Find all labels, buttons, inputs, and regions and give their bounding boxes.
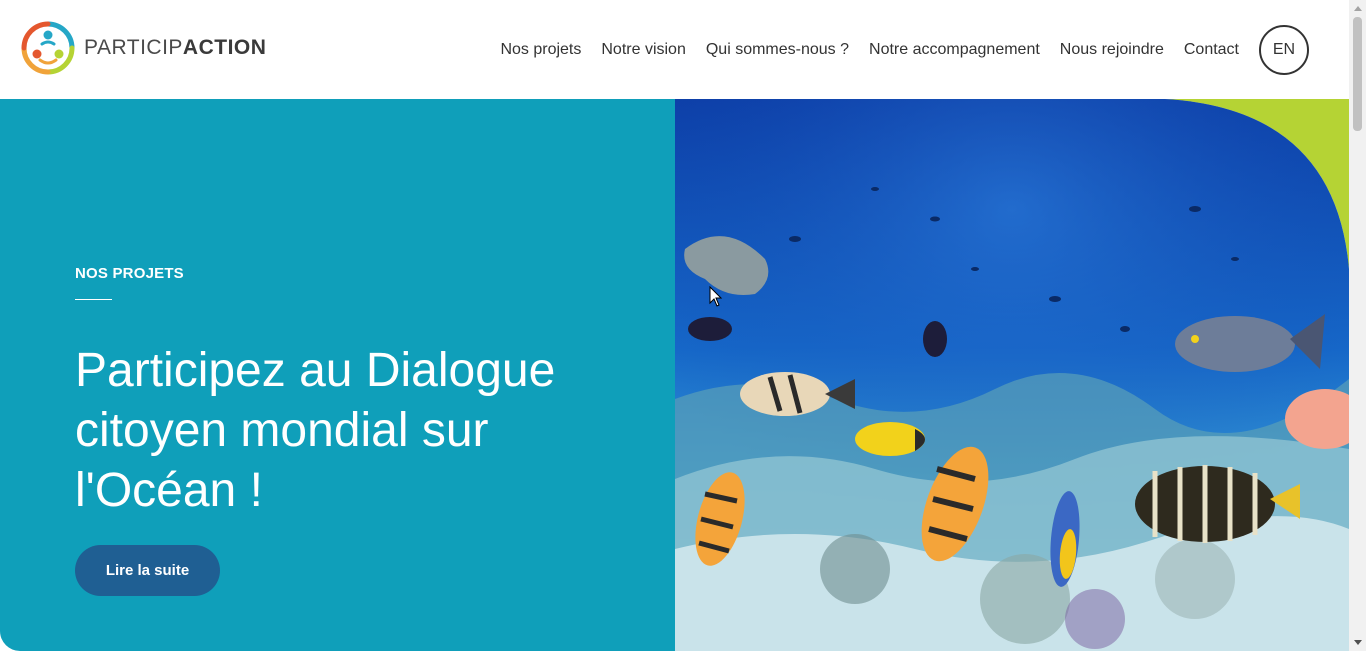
hero-text-panel: NOS PROJETS Participez au Dialogue citoy… [0, 99, 675, 651]
page: PARTICIPACTION Nos projets Notre vision … [0, 0, 1366, 651]
nav-item-nos-projets[interactable]: Nos projets [500, 24, 581, 76]
nav-item-contact[interactable]: Contact [1184, 24, 1239, 76]
scrollbar-thumb[interactable] [1353, 17, 1362, 131]
nav-item-notre-accompagnement[interactable]: Notre accompagnement [869, 24, 1040, 76]
site-header: PARTICIPACTION Nos projets Notre vision … [0, 0, 1349, 99]
mouse-cursor-icon [709, 285, 723, 313]
language-toggle-button[interactable]: EN [1259, 25, 1309, 75]
scroll-down-arrow-icon[interactable] [1349, 634, 1366, 651]
scroll-up-arrow-icon[interactable] [1349, 0, 1366, 17]
page-scrollbar[interactable] [1349, 0, 1366, 651]
nav-item-qui-sommes-nous[interactable]: Qui sommes-nous ? [706, 24, 849, 76]
main-nav: Nos projets Notre vision Qui sommes-nous… [480, 24, 1309, 76]
hero-title: Participez au Dialogue citoyen mondial s… [75, 344, 556, 517]
eyebrow-divider [75, 299, 112, 300]
logo-text-bold: ACTION [182, 36, 267, 59]
nav-item-notre-vision[interactable]: Notre vision [601, 24, 685, 76]
coral-reef-fish-photo [675, 99, 1349, 651]
logo-text-light: PARTICIP [84, 36, 183, 59]
read-more-button[interactable]: Lire la suite [75, 545, 220, 596]
hero-eyebrow: NOS PROJETS [75, 265, 184, 282]
hero-section: NOS PROJETS Participez au Dialogue citoy… [0, 99, 1349, 651]
nav-item-nous-rejoindre[interactable]: Nous rejoindre [1060, 24, 1164, 76]
logo-wordmark: PARTICIPACTION [84, 36, 266, 60]
participaction-people-circle-icon [20, 20, 76, 76]
site-logo[interactable]: PARTICIPACTION [20, 20, 266, 76]
